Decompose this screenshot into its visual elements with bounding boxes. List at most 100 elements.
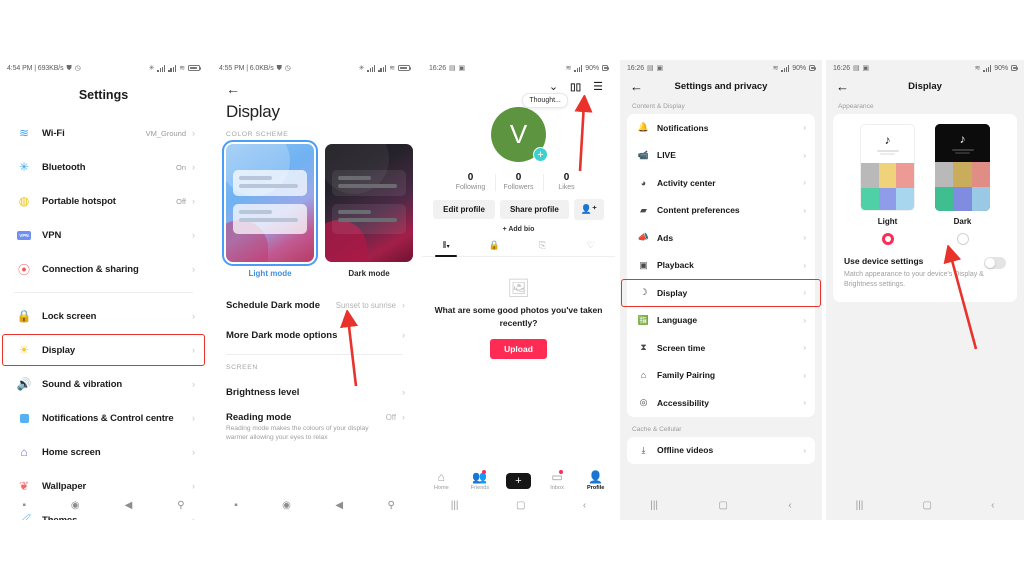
appearance-option-dark[interactable]: ♪ Dark bbox=[935, 124, 990, 245]
back-button[interactable]: ‹ bbox=[788, 500, 791, 511]
wifi-icon: ≋ bbox=[772, 64, 779, 72]
row-brightness-level[interactable]: Brightness level › bbox=[212, 377, 417, 407]
stat-likes[interactable]: 0 Likes bbox=[542, 172, 591, 191]
accessibility-button[interactable]: ⚲ bbox=[177, 500, 184, 511]
recents-button[interactable]: ▪ bbox=[22, 500, 26, 511]
tab-videos-grid[interactable]: ⦀▾ bbox=[422, 240, 470, 256]
nav-profile[interactable]: 👤 Profile bbox=[576, 471, 615, 491]
app-icon: ▣ bbox=[656, 64, 664, 72]
tab-private[interactable]: 🔒 bbox=[470, 240, 518, 256]
tab-liked[interactable]: ♡ bbox=[567, 240, 615, 256]
home-button[interactable]: ◉ bbox=[71, 500, 80, 511]
tiktok-bottom-nav: ⌂ Home 👥 Friends + ▭ Inbox 👤 Profile bbox=[422, 470, 615, 491]
tab-reposts[interactable]: ⎘ bbox=[519, 240, 567, 256]
use-device-settings-row[interactable]: Use device settings Match appearance to … bbox=[833, 245, 1017, 290]
home-button[interactable]: ▢ bbox=[719, 500, 728, 511]
lock-icon: 🔒 bbox=[488, 240, 500, 250]
menu-hamburger-icon[interactable]: ☰ bbox=[593, 82, 603, 93]
settings-row-home-screen[interactable]: ⌂ Home screen › bbox=[0, 435, 207, 469]
row-label: Display bbox=[657, 287, 688, 298]
qr-code-icon[interactable]: ▯▯ bbox=[570, 82, 581, 93]
live-icon: 📹 bbox=[637, 149, 650, 160]
back-button[interactable]: ◀ bbox=[125, 500, 133, 511]
accessibility-button[interactable]: ⚲ bbox=[387, 500, 394, 511]
stat-followers[interactable]: 0 Followers bbox=[494, 172, 543, 191]
settings-row-content-preferences[interactable]: ▰ Content preferences › bbox=[627, 197, 815, 225]
row-more-dark-mode-options[interactable]: More Dark mode options › bbox=[212, 320, 417, 350]
chevron-down-icon[interactable]: ⌄ bbox=[549, 82, 558, 93]
recents-button[interactable]: ▪ bbox=[234, 500, 238, 511]
recents-button[interactable]: ||| bbox=[650, 500, 658, 511]
status-left: 4:55 PM | 6.0KB/s ⛊ ◷ bbox=[219, 65, 291, 72]
battery-percent: 90% bbox=[792, 64, 806, 72]
screenshot-stage: 4:54 PM | 693KB/s ⛊ ◷ ✳ ≋ Settings ≋ Wi-… bbox=[0, 0, 1024, 576]
add-bio-button[interactable]: + Add bio bbox=[422, 226, 615, 233]
settings-row-display[interactable]: ☽ Display › bbox=[621, 279, 821, 307]
settings-row-playback[interactable]: ▣ Playback › bbox=[627, 252, 815, 280]
settings-row-activity-center[interactable]: ◕ Activity center › bbox=[627, 169, 815, 197]
theme-option-light[interactable]: Light mode bbox=[222, 140, 318, 278]
appearance-option-light[interactable]: ♪ Light bbox=[860, 124, 915, 245]
recents-button[interactable]: ||| bbox=[856, 500, 864, 511]
dark-theme-preview[interactable]: ♪ bbox=[935, 124, 990, 211]
row-label: Content preferences bbox=[657, 205, 740, 216]
home-button[interactable]: ▢ bbox=[922, 500, 931, 511]
chevron-right-icon: › bbox=[192, 446, 195, 457]
settings-row-sound-vibration[interactable]: 🔊 Sound & vibration › bbox=[0, 367, 207, 401]
avatar[interactable]: V + bbox=[491, 107, 548, 162]
chevron-right-icon: › bbox=[803, 260, 806, 270]
chevron-right-icon: › bbox=[803, 398, 806, 408]
nav-home[interactable]: ⌂ Home bbox=[422, 471, 461, 491]
settings-row-language[interactable]: 🈯 Language › bbox=[627, 307, 815, 335]
settings-row-offline-videos[interactable]: ⤓ Offline videos › bbox=[627, 437, 815, 465]
settings-row-accessibility[interactable]: ◎ Accessibility › bbox=[627, 389, 815, 417]
settings-row-lock-screen[interactable]: 🔒 Lock screen › bbox=[0, 299, 207, 333]
status-time: 16:26 bbox=[627, 64, 645, 72]
settings-row-display[interactable]: ☀ Display › bbox=[0, 333, 207, 367]
add-friend-icon[interactable]: 👤⁺ bbox=[573, 199, 604, 220]
row-schedule-dark-mode[interactable]: Schedule Dark mode Sunset to sunrise › bbox=[212, 290, 417, 320]
empty-message: What are some good photos you've taken r… bbox=[434, 305, 603, 328]
nav-create[interactable]: + bbox=[499, 473, 538, 489]
share-profile-button[interactable]: Share profile bbox=[499, 200, 569, 219]
upload-button[interactable]: Upload bbox=[490, 338, 547, 359]
light-theme-preview[interactable]: ♪ bbox=[860, 124, 915, 211]
settings-row-vpn[interactable]: VPN VPN › bbox=[0, 218, 207, 252]
settings-row-family-pairing[interactable]: ⌂ Family Pairing › bbox=[627, 362, 815, 390]
settings-card-content-display: 🔔 Notifications › 📹 LIVE › ◕ Activity ce… bbox=[621, 114, 821, 417]
settings-row-wifi[interactable]: ≋ Wi-Fi VM_Ground › bbox=[0, 116, 207, 150]
theme-option-dark[interactable]: Dark mode bbox=[325, 144, 413, 278]
radio-light[interactable] bbox=[881, 233, 894, 245]
settings-row-notifications[interactable]: 🔔 Notifications › bbox=[627, 114, 815, 142]
thought-bubble[interactable]: Thought... bbox=[522, 93, 568, 108]
settings-row-ads[interactable]: 📣 Ads › bbox=[627, 224, 815, 252]
radio-dark[interactable] bbox=[956, 233, 969, 245]
edit-profile-button[interactable]: Edit profile bbox=[433, 200, 495, 219]
settings-row-screen-time[interactable]: ⧗ Screen time › bbox=[627, 334, 815, 362]
settings-row-connection-sharing[interactable]: ⦿ Connection & sharing › bbox=[0, 252, 207, 286]
use-device-settings-toggle[interactable] bbox=[984, 257, 1006, 269]
home-button[interactable]: ▢ bbox=[516, 500, 525, 511]
back-button[interactable]: ← bbox=[212, 76, 417, 98]
nav-friends[interactable]: 👥 Friends bbox=[461, 470, 500, 491]
status-bar: 4:55 PM | 6.0KB/s ⛊ ◷ ✳ ≋ bbox=[212, 60, 417, 76]
settings-row-notifications[interactable]: Notifications & Control centre › bbox=[0, 401, 207, 435]
chevron-right-icon: › bbox=[803, 343, 806, 353]
settings-row-hotspot[interactable]: ◍ Portable hotspot Off › bbox=[0, 184, 207, 218]
profile-action-buttons: Edit profile Share profile 👤⁺ bbox=[422, 199, 615, 220]
back-button[interactable]: ◀ bbox=[335, 500, 343, 511]
dark-mode-preview[interactable] bbox=[325, 144, 413, 262]
settings-row-bluetooth[interactable]: ✳ Bluetooth On › bbox=[0, 150, 207, 184]
home-button[interactable]: ◉ bbox=[282, 500, 291, 511]
light-mode-preview[interactable] bbox=[222, 140, 318, 266]
settings-row-live[interactable]: 📹 LIVE › bbox=[627, 142, 815, 170]
back-button[interactable]: ‹ bbox=[583, 500, 586, 511]
add-avatar-icon[interactable]: + bbox=[533, 147, 548, 162]
signal-icon bbox=[157, 64, 166, 72]
nav-inbox[interactable]: ▭ Inbox bbox=[538, 470, 577, 491]
row-reading-mode[interactable]: Reading mode Reading mode makes the colo… bbox=[212, 407, 417, 443]
panel-miui-settings: 4:54 PM | 693KB/s ⛊ ◷ ✳ ≋ Settings ≋ Wi-… bbox=[0, 60, 207, 520]
back-button[interactable]: ‹ bbox=[991, 500, 994, 511]
recents-button[interactable]: ||| bbox=[451, 500, 459, 511]
stat-following[interactable]: 0 Following bbox=[447, 172, 495, 191]
